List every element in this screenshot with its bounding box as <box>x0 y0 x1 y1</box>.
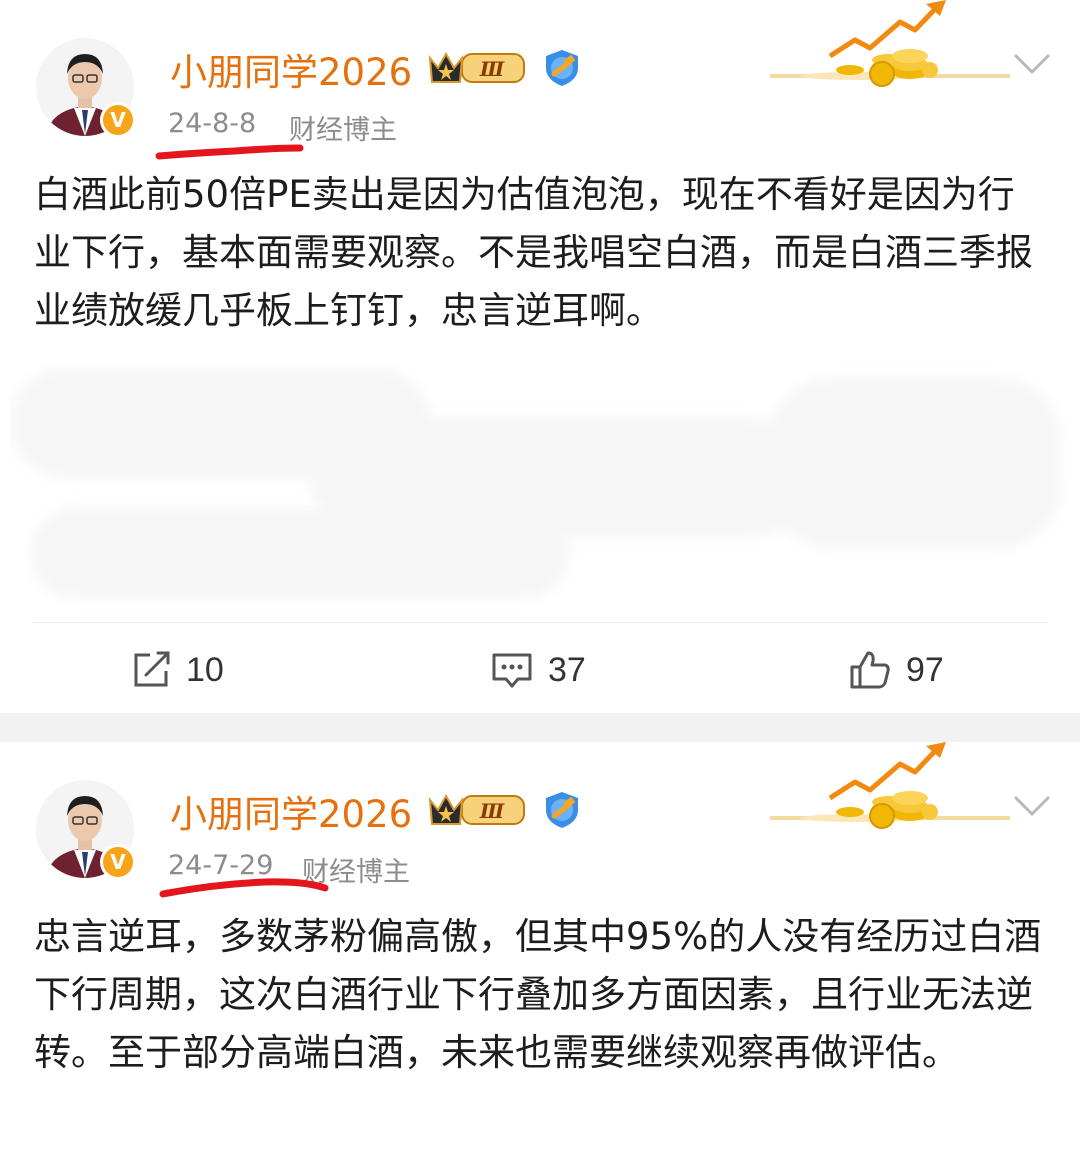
comment-button[interactable]: 37 <box>490 646 586 694</box>
comment-icon <box>492 653 532 688</box>
gold-coins-growth-decoration <box>770 0 1010 87</box>
like-count: 97 <box>906 650 944 689</box>
username[interactable]: 小朋同学2026 <box>170 784 412 838</box>
post-text: 忠言逆耳，多数茅粉偏高傲，但其中95%的人没有经历过白酒下行周期，这次白酒行业下… <box>34 915 1042 1074</box>
post-text: 白酒此前50倍PE卖出是因为估值泡泡，现在不看好是因为行业下行，基本面需要观察。… <box>34 173 1033 332</box>
author-role: 财经博主 <box>289 115 397 146</box>
verified-shield-icon <box>546 50 578 86</box>
gold-coins-growth-decoration <box>770 742 1010 829</box>
post-card: V 小朋同学2026 Ⅲ 24-8-8 财经博主 白酒此前50倍PE卖出是因为估… <box>0 0 1080 713</box>
post-date: 24-8-8 <box>168 108 257 139</box>
verified-shield-icon <box>546 792 578 828</box>
verified-v-badge: V <box>100 844 136 880</box>
comment-count: 37 <box>548 650 586 689</box>
post-card: V 小朋同学2026 Ⅲ 24-7-29 财经博主 忠言逆耳，多数茅粉偏高傲，但… <box>0 742 1080 1162</box>
like-button[interactable]: 97 <box>848 646 944 694</box>
thumbs-up-icon <box>850 651 890 689</box>
share-icon <box>134 651 170 687</box>
divider <box>32 622 1048 623</box>
blurred-image-area <box>10 358 1070 613</box>
red-underline-annotation <box>159 878 329 898</box>
level-badge-text: Ⅲ <box>479 57 505 81</box>
chevron-down-icon[interactable] <box>1010 790 1054 820</box>
chevron-down-icon[interactable] <box>1010 48 1054 78</box>
crown-level-icon: Ⅲ <box>428 51 525 83</box>
red-underline-annotation <box>155 144 304 160</box>
level-badge-text: Ⅲ <box>479 799 505 823</box>
repost-button[interactable]: 10 <box>130 646 224 694</box>
username[interactable]: 小朋同学2026 <box>170 42 412 96</box>
repost-count: 10 <box>186 650 224 689</box>
crown-level-icon: Ⅲ <box>428 793 525 825</box>
verified-v-badge: V <box>100 102 136 138</box>
